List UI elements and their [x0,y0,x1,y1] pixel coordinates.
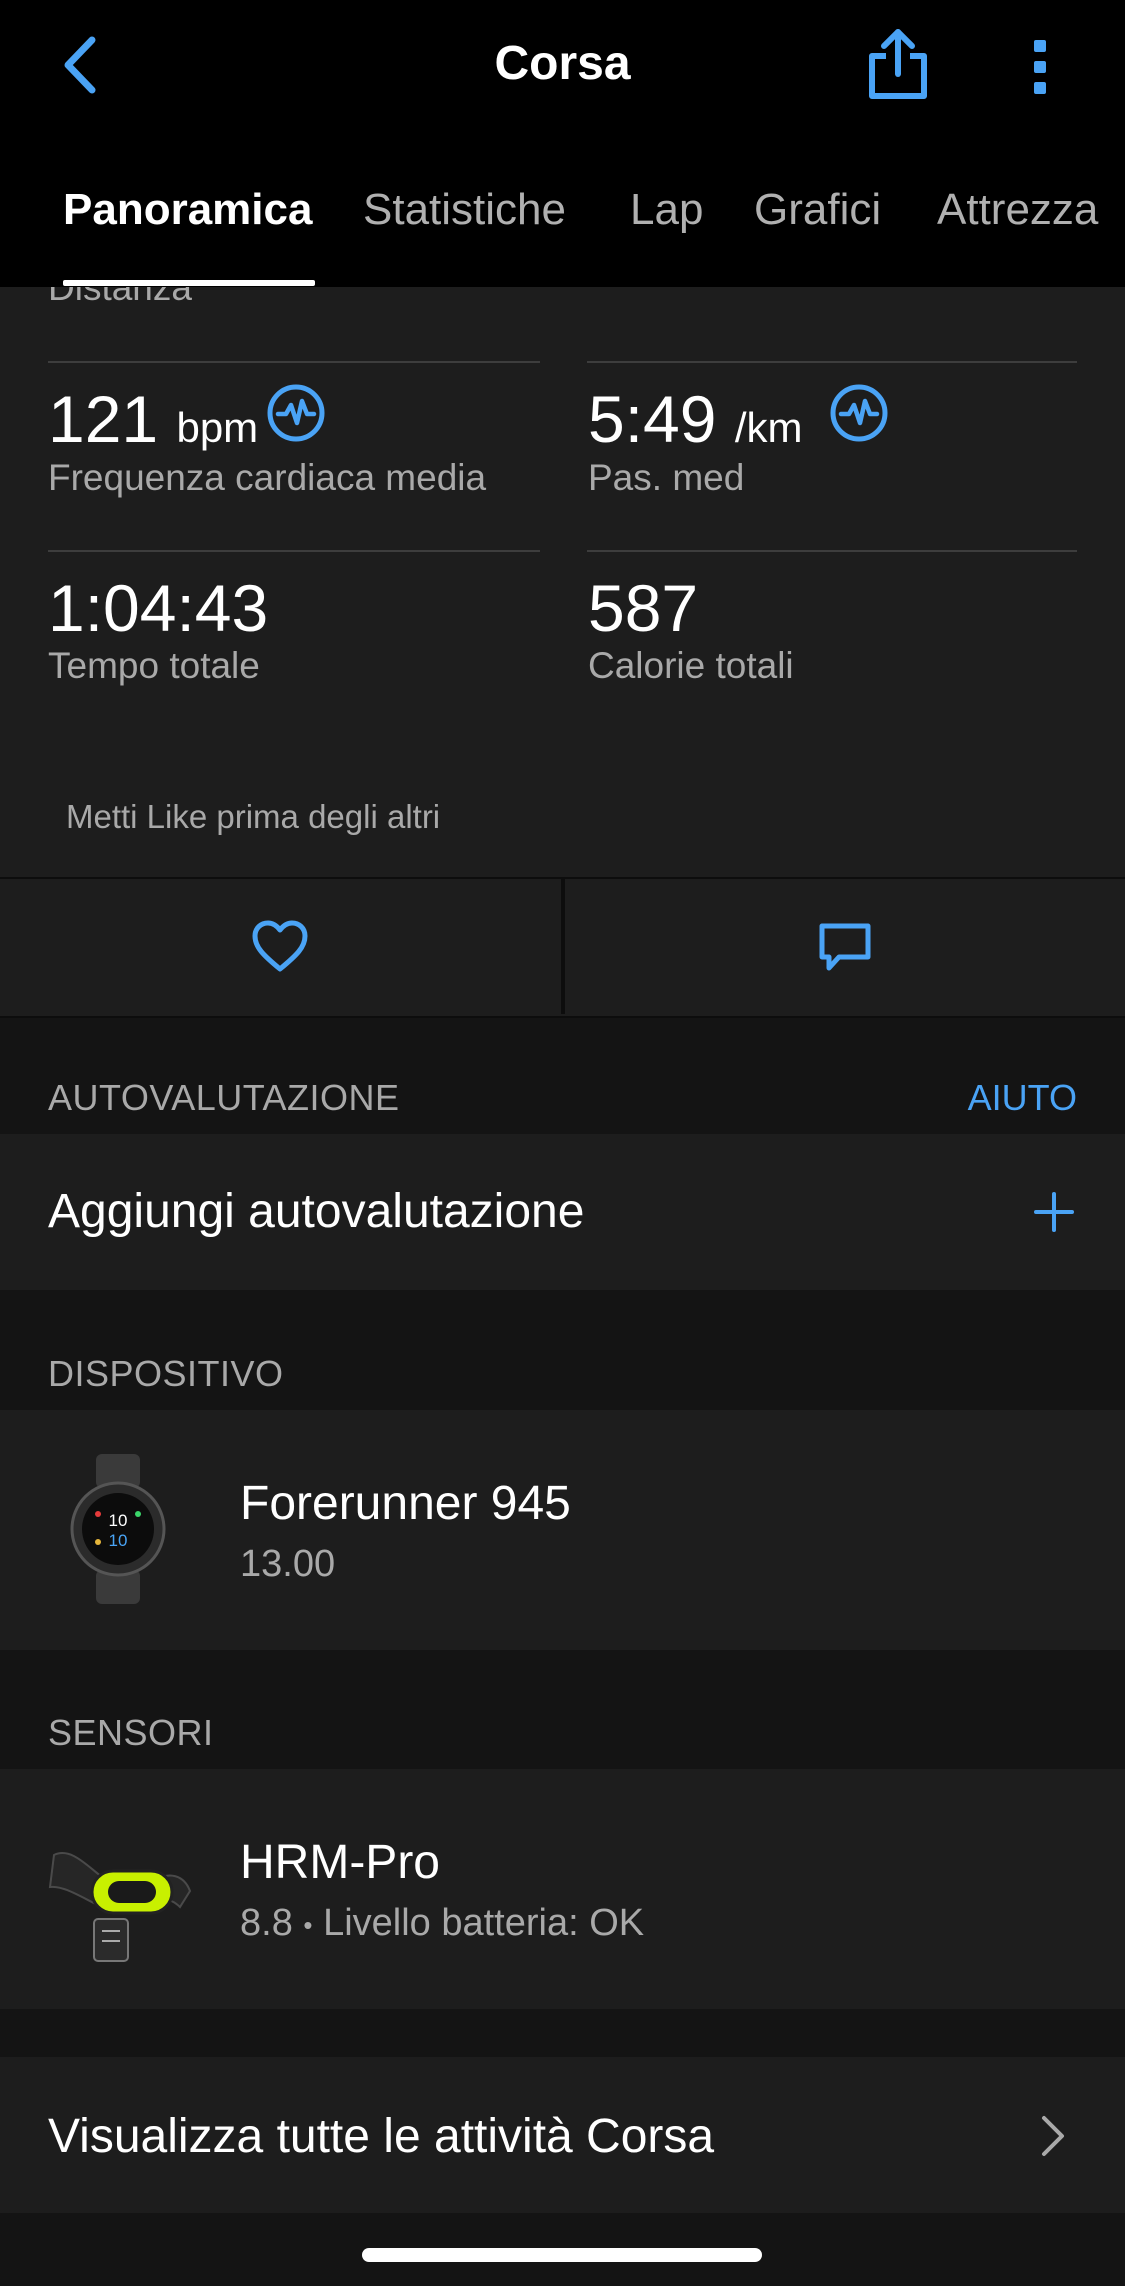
sensors-section-title: SENSORI [48,1712,214,1753]
avg-pace-info-button[interactable] [829,383,889,448]
watch-image: 10 10 [70,1454,166,1604]
tab-gear[interactable]: Attrezza [937,180,1125,240]
more-vertical-icon [1034,40,1046,94]
watch-face-top-digits: 10 [109,1511,128,1530]
sensor-battery-status: Livello batteria: OK [323,1902,645,1944]
total-time-label: Tempo totale [48,645,260,686]
avg-heart-rate-value: 121 bpm [48,382,259,456]
stats-card: Distanza 121 bpm Frequenza cardiaca medi… [0,287,1125,877]
divider [587,361,1077,363]
avg-pace-value: 5:49 /km [588,382,803,456]
chevron-right-icon [1042,2116,1064,2156]
sensor-name: HRM-Pro [240,1836,440,1889]
separator-dot: • [303,1909,313,1940]
device-name: Forerunner 945 [240,1477,571,1530]
avg-heart-rate-info-button[interactable] [266,383,326,448]
self-evaluation-section-title: AUTOVALUTAZIONE [48,1077,400,1118]
add-self-evaluation-row[interactable]: Aggiungi autovalutazione [0,1134,1125,1290]
watch-face-bottom-digits: 10 [109,1531,128,1550]
like-prompt: Metti Like prima degli altri [66,798,441,835]
avg-pace-label: Pas. med [588,457,745,498]
device-version: 13.00 [240,1543,336,1585]
tab-statistics[interactable]: Statistiche [363,180,566,240]
divider [587,550,1077,552]
home-indicator [362,2248,762,2262]
share-icon [869,29,927,99]
view-all-activities-row[interactable]: Visualizza tutte le attività Corsa [0,2057,1125,2213]
view-all-activities-label: Visualizza tutte le attività Corsa [48,2110,715,2163]
total-time-value: 1:04:43 [48,571,269,645]
device-section-title: DISPOSITIVO [48,1353,284,1394]
sensor-version: 8.8 [240,1902,293,1944]
heart-rate-icon [830,384,888,442]
divider [48,361,540,363]
heart-outline-icon [252,920,308,972]
add-self-evaluation-label: Aggiungi autovalutazione [48,1185,585,1238]
tab-overview[interactable]: Panoramica [63,180,312,240]
device-row[interactable]: 10 10 Forerunner 945 13.00 [0,1410,1125,1650]
heart-rate-icon [267,384,325,442]
more-options-button[interactable] [1010,30,1070,104]
total-calories-label: Calorie totali [588,645,794,686]
heart-rate-strap-image [48,1852,192,1962]
tab-charts[interactable]: Grafici [754,180,881,240]
comment-icon [819,923,871,971]
sensor-row[interactable]: HRM-Pro 8.8 • Livello batteria: OK [0,1769,1125,2009]
divider [48,550,540,552]
active-tab-indicator [63,280,315,286]
like-button[interactable] [0,879,561,1014]
distance-label-partial: Distanza [48,287,192,308]
comment-button[interactable] [565,879,1125,1014]
tab-laps[interactable]: Lap [630,180,703,240]
share-button[interactable] [860,24,936,104]
total-calories-value: 587 [588,571,699,645]
plus-icon [1034,1192,1074,1232]
sensor-details: 8.8 • Livello batteria: OK [240,1898,644,1950]
avg-heart-rate-label: Frequenza cardiaca media [48,457,487,498]
page-title: Corsa [494,37,631,90]
top-bar: Corsa Panoramica Statistiche Lap Grafici… [0,0,1125,287]
help-link[interactable]: AIUTO [968,1074,1077,1122]
